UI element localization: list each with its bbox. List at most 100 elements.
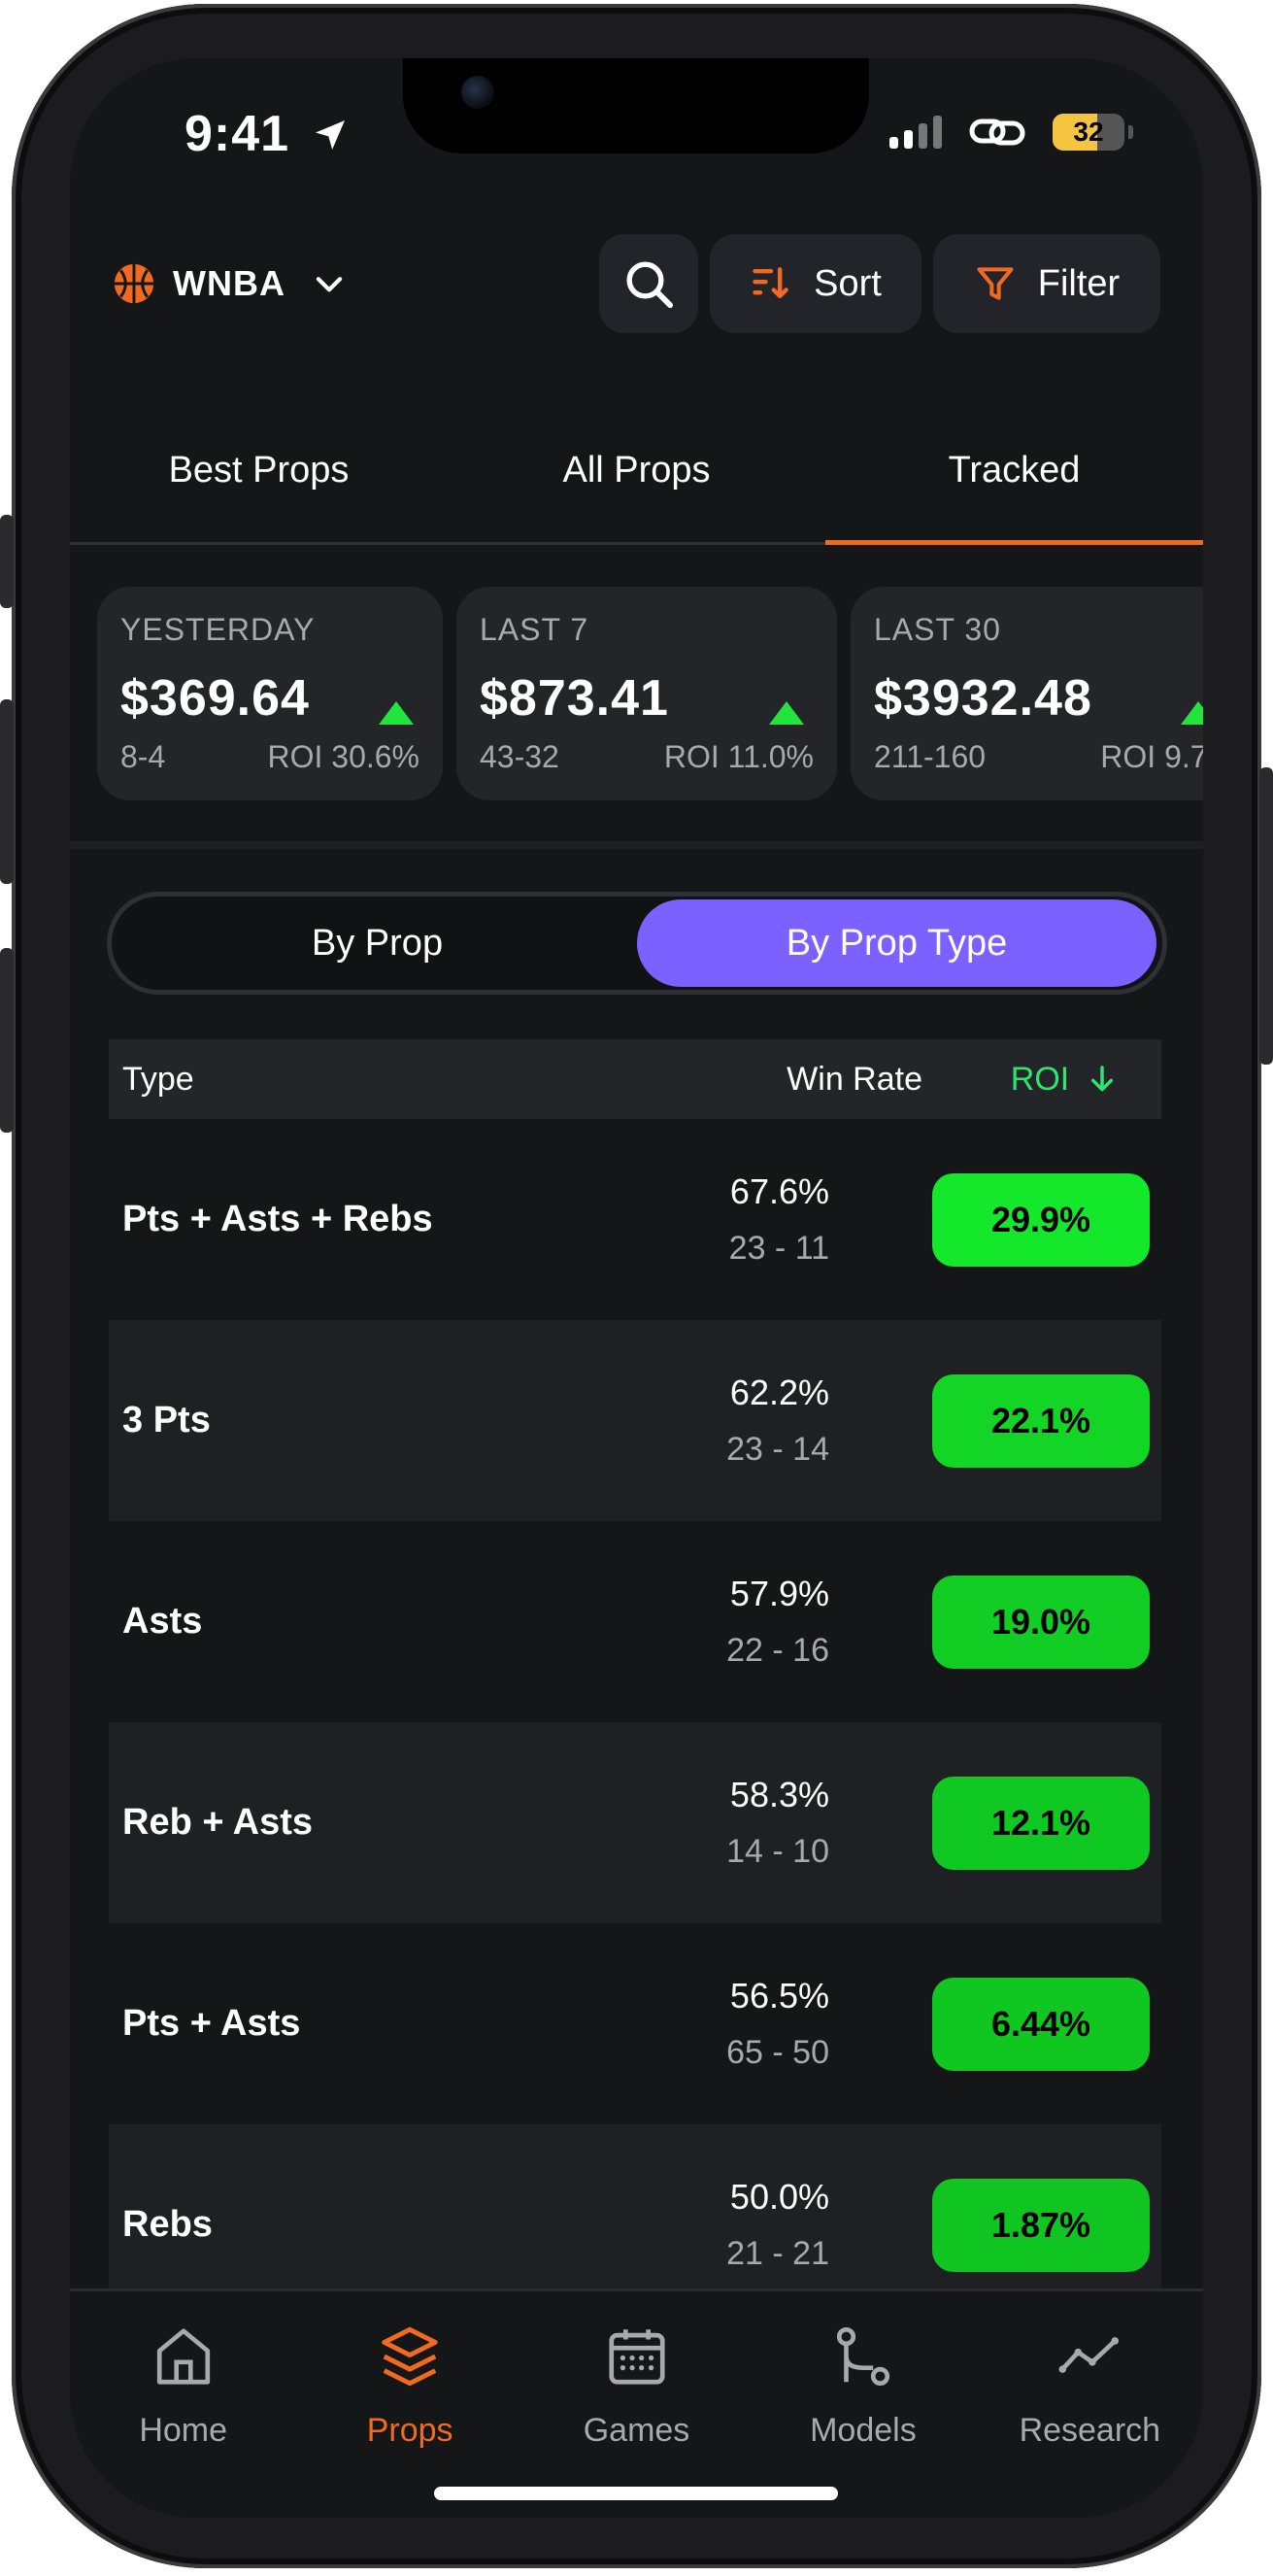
nav-label: Games <box>583 2412 690 2449</box>
toggle-by-prop-type[interactable]: By Prop Type <box>637 899 1156 987</box>
roi-badge: 6.44% <box>932 1977 1150 2071</box>
view-toggle: By Prop By Prop Type <box>107 892 1167 995</box>
row-record: 23 - 11 <box>728 1230 829 1267</box>
tab-bar: Best Props All Props Tracked <box>70 398 1203 545</box>
filter-icon <box>977 267 1014 300</box>
prop-type-table: Type Win Rate ROI Pts + Asts + Rebs 67.6… <box>109 1039 1161 2325</box>
summary-label: LAST 30 <box>874 612 1001 647</box>
tab-best-props[interactable]: Best Props <box>70 398 448 542</box>
camera <box>461 76 494 109</box>
dynamic-island <box>403 58 869 153</box>
summary-card-last-30[interactable]: LAST 30 $3932.48 211-160 ROI 9.7% <box>851 587 1203 800</box>
filter-button[interactable]: Filter <box>933 234 1160 333</box>
toggle-by-prop[interactable]: By Prop <box>117 899 637 987</box>
time-text: 9:41 <box>184 106 290 162</box>
battery-icon: 32 <box>1053 114 1124 151</box>
home-icon <box>156 2328 210 2385</box>
row-win-rate: 62.2% <box>729 1373 829 1412</box>
table-row[interactable]: Pts + Asts 56.5% 65 - 50 6.44% <box>109 1923 1161 2124</box>
header-win-rate[interactable]: Win Rate <box>728 1061 922 1099</box>
status-indicators: 32 <box>889 113 1133 152</box>
roi-badge: 12.1% <box>932 1776 1150 1870</box>
nav-label: Models <box>810 2412 917 2449</box>
up-arrow-icon <box>1181 701 1203 725</box>
power-button <box>1259 767 1273 1065</box>
summary-record: 8-4 <box>120 739 166 774</box>
row-win-rate: 57.9% <box>729 1574 829 1613</box>
volume-down-button <box>0 948 14 1133</box>
nav-label: Props <box>366 2412 453 2449</box>
table-row[interactable]: Reb + Asts 58.3% 14 - 10 12.1% <box>109 1722 1161 1923</box>
row-record: 21 - 21 <box>726 2235 829 2272</box>
row-record: 14 - 10 <box>726 1833 829 1870</box>
basketball-icon <box>114 263 154 304</box>
cellular-signal-icon <box>889 116 942 149</box>
summary-amount: $369.64 <box>120 670 310 727</box>
location-arrow-icon <box>315 120 345 150</box>
row-record: 22 - 16 <box>726 1632 829 1669</box>
trend-icon <box>1058 2337 1120 2373</box>
action-button <box>0 515 14 608</box>
summary-card-last-7[interactable]: LAST 7 $873.41 43-32 ROI 11.0% <box>456 587 837 800</box>
sort-icon <box>753 267 788 299</box>
header-roi-label: ROI <box>1010 1060 1070 1098</box>
up-arrow-icon <box>769 701 804 725</box>
nav-label: Home <box>139 2412 228 2449</box>
battery-level: 32 <box>1073 117 1104 147</box>
summary-label: LAST 7 <box>480 612 589 647</box>
summary-cards: YESTERDAY $369.64 8-4 ROI 30.6% LAST 7 $… <box>97 587 1203 800</box>
volume-up-button <box>0 699 14 884</box>
summary-amount: $3932.48 <box>874 670 1092 727</box>
roi-badge: 22.1% <box>932 1373 1150 1468</box>
nav-games[interactable]: Games <box>523 2291 750 2518</box>
calendar-icon <box>608 2329 665 2385</box>
home-indicator[interactable] <box>434 2487 838 2500</box>
section-divider <box>70 841 1203 849</box>
row-type: Pts + Asts <box>122 2003 301 2044</box>
tab-all-props[interactable]: All Props <box>448 398 825 542</box>
row-type: Pts + Asts + Rebs <box>122 1199 433 1239</box>
tab-tracked[interactable]: Tracked <box>825 398 1203 545</box>
link-icon <box>969 119 1025 146</box>
header-type[interactable]: Type <box>109 1061 728 1099</box>
nav-research[interactable]: Research <box>977 2291 1203 2518</box>
search-button[interactable] <box>599 234 698 333</box>
sort-button[interactable]: Sort <box>710 234 921 333</box>
summary-label: YESTERDAY <box>120 612 316 647</box>
sort-label: Sort <box>814 262 882 304</box>
table-header: Type Win Rate ROI <box>109 1039 1161 1119</box>
header-roi-sort[interactable]: ROI <box>967 1061 1161 1099</box>
row-type: Reb + Asts <box>122 1802 314 1843</box>
model-icon <box>836 2326 890 2387</box>
roi-badge: 1.87% <box>932 2178 1150 2272</box>
bottom-nav: Home Props Games Models Research <box>70 2288 1203 2518</box>
top-header: WNBA Sort Filter <box>113 233 1160 334</box>
table-row[interactable]: Pts + Asts + Rebs 67.6% 23 - 11 29.9% <box>109 1119 1161 1320</box>
row-win-rate: 67.6% <box>729 1171 829 1211</box>
filter-label: Filter <box>1037 262 1121 304</box>
league-name: WNBA <box>173 263 285 303</box>
summary-roi: ROI 30.6% <box>267 739 419 774</box>
arrow-down-icon <box>1091 1066 1114 1092</box>
summary-record: 211-160 <box>874 739 987 774</box>
nav-models[interactable]: Models <box>750 2291 976 2518</box>
layers-icon <box>382 2326 438 2387</box>
table-row[interactable]: 3 Pts 62.2% 23 - 14 22.1% <box>109 1320 1161 1521</box>
nav-label: Research <box>1019 2412 1161 2449</box>
status-time: 9:41 <box>184 105 350 163</box>
summary-amount: $873.41 <box>480 670 669 727</box>
table-row[interactable]: Asts 57.9% 22 - 16 19.0% <box>109 1521 1161 1722</box>
row-type: 3 Pts <box>122 1400 211 1441</box>
roi-badge: 29.9% <box>932 1172 1150 1267</box>
nav-props[interactable]: Props <box>296 2291 522 2518</box>
row-win-rate: 58.3% <box>729 1775 829 1814</box>
nav-home[interactable]: Home <box>70 2291 296 2518</box>
up-arrow-icon <box>379 701 414 725</box>
row-type: Rebs <box>122 2204 213 2245</box>
roi-badge: 19.0% <box>932 1575 1150 1669</box>
row-record: 23 - 14 <box>726 1431 829 1468</box>
row-win-rate: 56.5% <box>729 1976 829 2016</box>
summary-record: 43-32 <box>480 739 559 774</box>
summary-card-yesterday[interactable]: YESTERDAY $369.64 8-4 ROI 30.6% <box>97 587 443 800</box>
league-selector[interactable]: WNBA <box>113 262 348 305</box>
